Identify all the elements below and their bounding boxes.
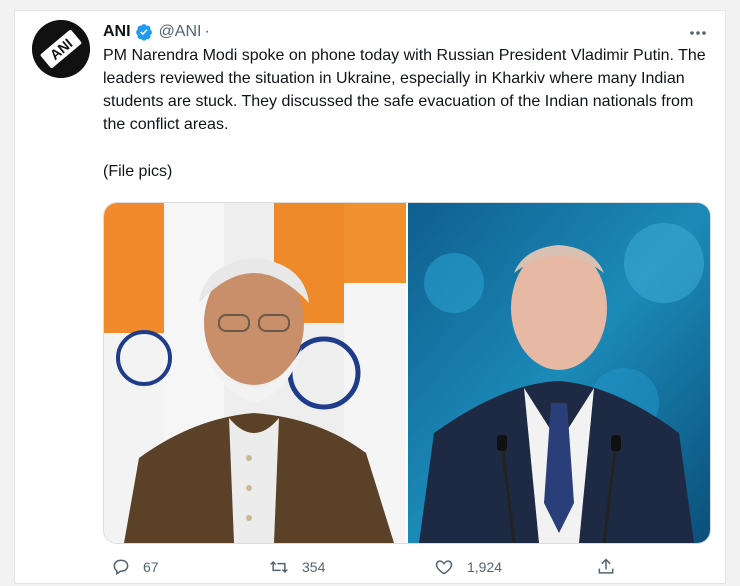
ani-logo: ANI (32, 20, 90, 78)
like-count: 1,924 (467, 559, 503, 575)
share-icon (598, 558, 614, 574)
tweet-text: PM Narendra Modi spoke on phone today wi… (103, 47, 706, 133)
right-photo (408, 203, 710, 543)
author-name[interactable]: ANI (103, 23, 131, 41)
retweet-icon (270, 560, 288, 574)
left-photo (104, 203, 406, 543)
verified-badge-icon (135, 23, 153, 41)
like-icon (435, 560, 453, 575)
tweet-actions: 67 354 1,924 (103, 557, 713, 581)
tweet-media[interactable] (103, 202, 711, 544)
tweet-card[interactable]: ANI ANI @ANI · PM Narendra Modi spoke on… (14, 10, 726, 584)
retweet-button[interactable]: 354 (268, 557, 325, 577)
reply-button[interactable]: 67 (111, 557, 159, 577)
more-icon[interactable] (689, 23, 707, 41)
photo-divider (406, 203, 408, 543)
tweet-caption: (File pics) (103, 163, 173, 180)
ani-avatar[interactable]: ANI (32, 20, 90, 78)
tweet-header: ANI @ANI · (103, 21, 210, 43)
retweet-count: 354 (302, 559, 326, 575)
like-button[interactable]: 1,924 (433, 557, 502, 577)
reply-count: 67 (143, 559, 159, 575)
separator-dot: · (204, 23, 210, 40)
share-button[interactable] (596, 557, 628, 577)
author-handle[interactable]: @ANI (159, 23, 202, 41)
reply-icon (113, 559, 129, 576)
